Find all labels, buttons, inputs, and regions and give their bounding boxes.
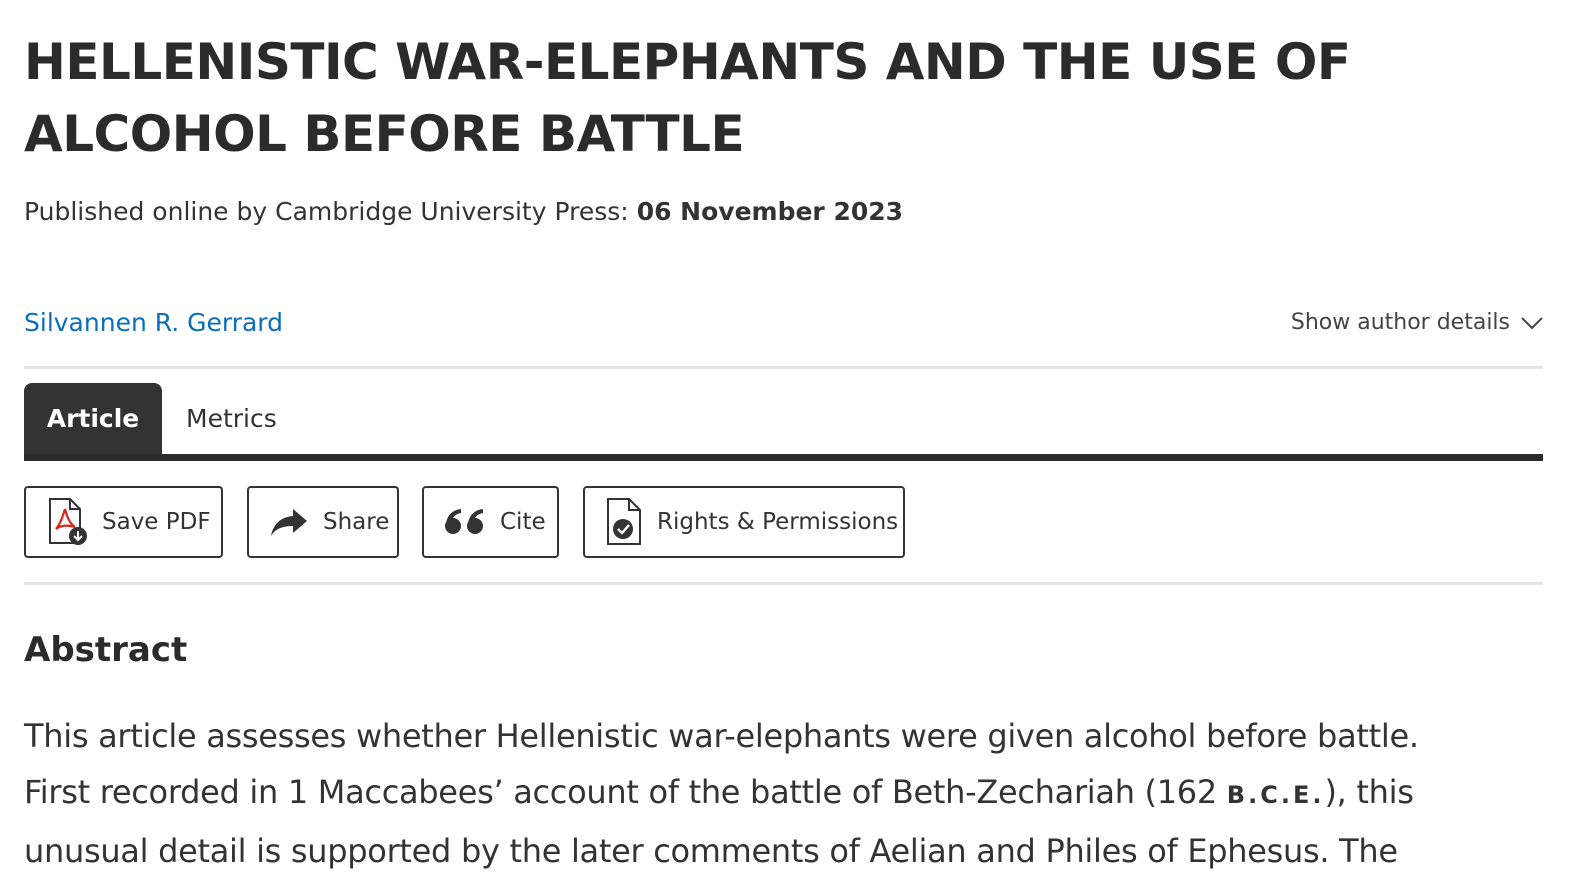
tab-article[interactable]: Article [24, 383, 162, 455]
share-label: Share [323, 509, 390, 535]
chevron-down-icon [1520, 316, 1544, 330]
show-author-details-label: Show author details [1290, 310, 1510, 335]
save-pdf-label: Save PDF [102, 509, 211, 535]
rights-permissions-button[interactable]: Rights & Permissions [583, 486, 905, 558]
pdf-download-icon [46, 497, 88, 547]
article-page: HELLENISTIC WAR-ELEPHANTS AND THE USE OF… [0, 0, 1582, 870]
save-pdf-button[interactable]: Save PDF [24, 486, 223, 558]
divider [24, 366, 1543, 369]
abstract-line-text: First recorded in 1 Maccabees’ account o… [24, 773, 1227, 811]
show-author-details-button[interactable]: Show author details [1291, 305, 1544, 341]
abstract-text: This article assesses whether Hellenisti… [24, 708, 1544, 879]
quote-icon [444, 508, 486, 536]
tab-metrics[interactable]: Metrics [186, 383, 277, 455]
published-date: 06 November 2023 [636, 197, 904, 226]
document-check-icon [605, 497, 643, 547]
cite-label: Cite [500, 509, 546, 535]
tab-underline-bar [24, 454, 1543, 461]
abstract-heading: Abstract [24, 630, 188, 670]
rights-permissions-label: Rights & Permissions [657, 509, 899, 535]
abstract-line-text: ), this [1324, 773, 1414, 811]
abstract-line: unusual detail is supported by the later… [24, 832, 1398, 870]
era-abbreviation: B.C.E. [1226, 781, 1325, 809]
article-title: HELLENISTIC WAR-ELEPHANTS AND THE USE OF… [24, 33, 1351, 163]
abstract-line: First recorded in 1 Maccabees’ account o… [24, 764, 1544, 823]
share-arrow-icon [269, 507, 309, 537]
divider [24, 582, 1543, 585]
share-button[interactable]: Share [247, 486, 399, 558]
cite-button[interactable]: Cite [422, 486, 559, 558]
author-link[interactable]: Silvannen R. Gerrard [24, 304, 283, 342]
abstract-line: This article assesses whether Hellenisti… [24, 717, 1419, 755]
publication-info: Published online by Cambridge University… [24, 193, 903, 231]
article-tabs: Article Metrics [24, 383, 1543, 461]
published-label: Published online by Cambridge University… [24, 197, 629, 226]
